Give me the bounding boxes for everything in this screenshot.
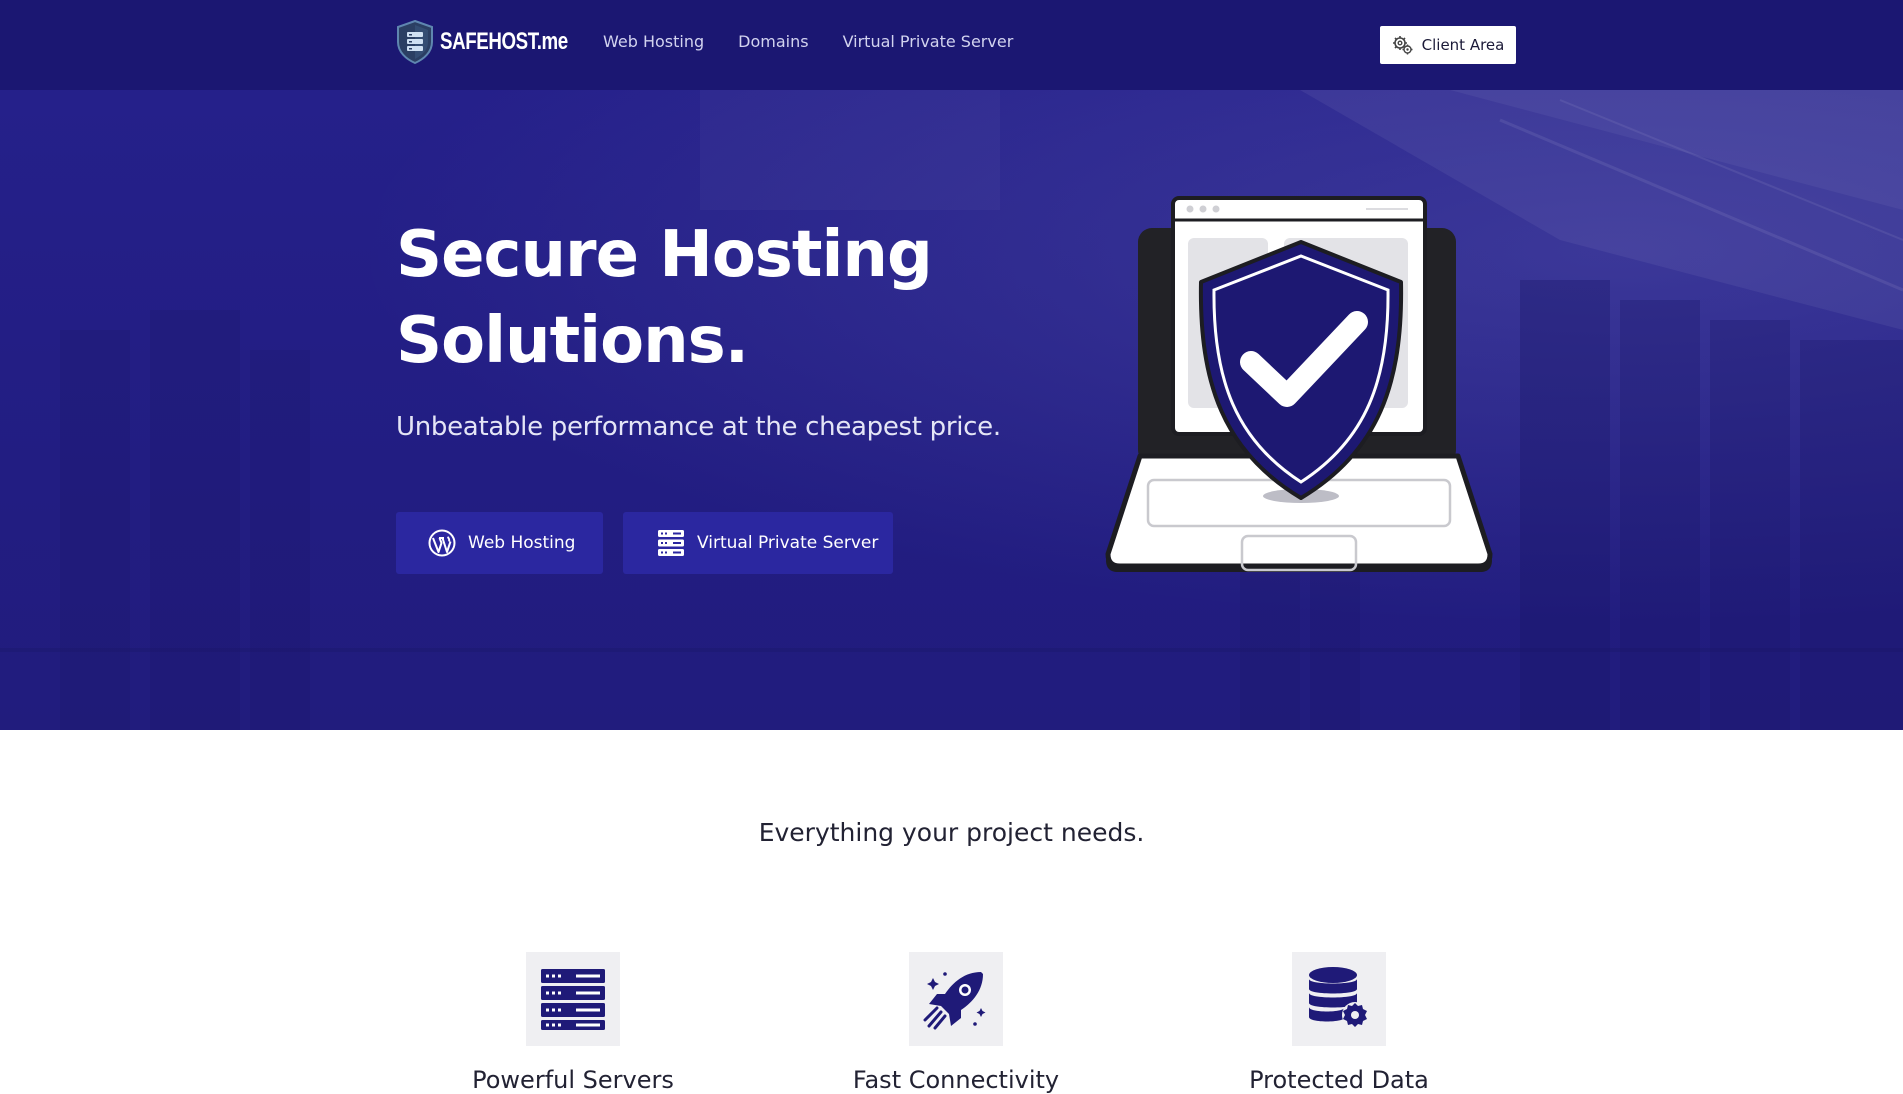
feature-title: Fast Connectivity xyxy=(852,1066,1060,1094)
nav-domains[interactable]: Domains xyxy=(738,32,808,51)
nav-web-hosting[interactable]: Web Hosting xyxy=(603,32,704,51)
feature-protected-data: Protected Data xyxy=(1159,952,1519,1094)
server-rack-icon xyxy=(658,530,684,556)
web-hosting-button[interactable]: Web Hosting xyxy=(396,512,603,574)
hero-subtitle: Unbeatable performance at the cheapest p… xyxy=(396,412,1001,442)
rocket-icon xyxy=(923,972,986,1030)
feature-title: Powerful Servers xyxy=(472,1066,674,1094)
virtual-private-server-button[interactable]: Virtual Private Server xyxy=(623,512,893,574)
logo[interactable]: SAFEHOST.me xyxy=(396,20,604,64)
feature-powerful-servers: Powerful Servers xyxy=(393,952,753,1094)
database-gear-icon xyxy=(1309,967,1368,1028)
features-heading: Everything your project needs. xyxy=(758,818,1145,847)
wordpress-icon xyxy=(428,529,456,557)
feature-icon-box xyxy=(526,952,620,1046)
client-area-label: Client Area xyxy=(1421,36,1505,54)
feature-icon-box xyxy=(909,952,1003,1046)
gears-icon xyxy=(1392,36,1413,55)
hero-section: Secure Hosting Solutions. Unbeatable per… xyxy=(0,90,1903,730)
datacenter-background xyxy=(0,90,1903,730)
site-header: SAFEHOST.me Web Hosting Domains Virtual … xyxy=(0,0,1903,90)
nav-virtual-private-server[interactable]: Virtual Private Server xyxy=(843,32,1014,51)
hero-title: Secure Hosting Solutions. xyxy=(396,218,933,378)
virtual-private-server-button-label: Virtual Private Server xyxy=(697,533,879,553)
shield-server-logo-icon xyxy=(397,20,433,64)
laptop-shield-illustration xyxy=(1105,196,1493,572)
web-hosting-button-label: Web Hosting xyxy=(468,533,576,553)
feature-title: Protected Data xyxy=(1249,1066,1429,1094)
main-nav: Web Hosting Domains Virtual Private Serv… xyxy=(603,32,1013,51)
server-icon xyxy=(541,969,605,1030)
logo-text: SAFEHOST.me xyxy=(440,28,568,55)
feature-fast-connectivity: Fast Connectivity xyxy=(776,952,1136,1094)
client-area-button[interactable]: Client Area xyxy=(1380,26,1516,64)
feature-icon-box xyxy=(1292,952,1386,1046)
